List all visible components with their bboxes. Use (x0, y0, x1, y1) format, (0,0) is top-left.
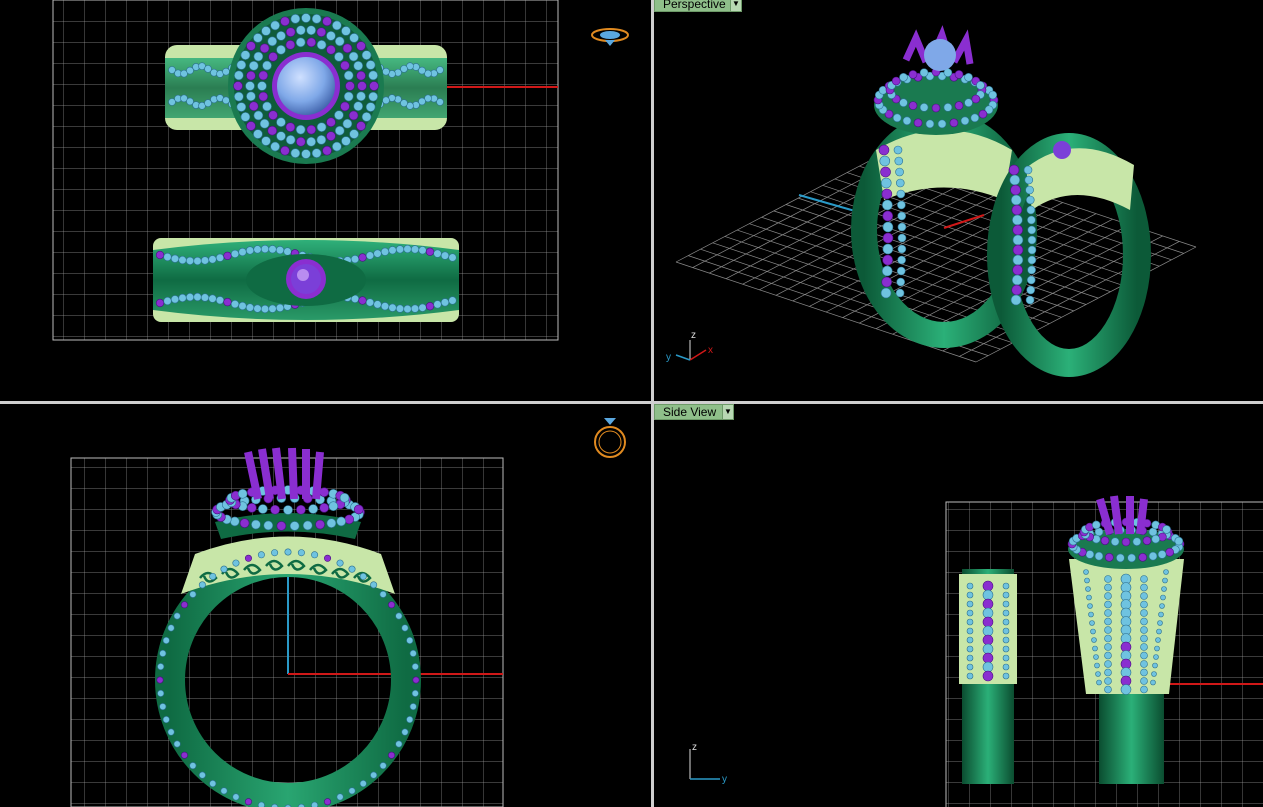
side-view-canvas: z y (689, 495, 1263, 807)
top-view-canvas (52, 0, 559, 341)
axis-label-y: y (666, 352, 671, 363)
perspective-axis-triad: z x y (666, 330, 713, 363)
top-band[interactable] (153, 238, 459, 322)
viewport-divider-horizontal[interactable] (0, 401, 1263, 404)
viewport-top[interactable] (0, 0, 651, 401)
viewport-label-perspective[interactable]: Perspective (654, 0, 733, 12)
front-view-canvas (70, 447, 504, 807)
side-band-ring[interactable] (959, 569, 1017, 784)
viewport-side[interactable]: z y Side View ▼ (654, 404, 1263, 807)
viewport-label-side[interactable]: Side View (654, 404, 724, 420)
viewport-perspective[interactable]: z x y Perspective ▼ (654, 0, 1263, 401)
side-axis-triad: z y (689, 742, 727, 785)
axis-label-z: z (691, 330, 696, 341)
ring-top-icon (591, 28, 629, 46)
dropdown-arrow-icon[interactable]: ▼ (730, 0, 742, 12)
perspective-canvas: z x y (666, 25, 1197, 377)
side-axis-label-y: y (722, 774, 727, 785)
axis-label-x: x (708, 345, 713, 356)
ring-front-icon (594, 418, 626, 458)
center-gem (277, 57, 335, 115)
viewport-front[interactable] (0, 404, 651, 807)
side-dropdown-arrow-icon[interactable]: ▼ (722, 404, 734, 420)
side-axis-label-z: z (692, 742, 697, 753)
